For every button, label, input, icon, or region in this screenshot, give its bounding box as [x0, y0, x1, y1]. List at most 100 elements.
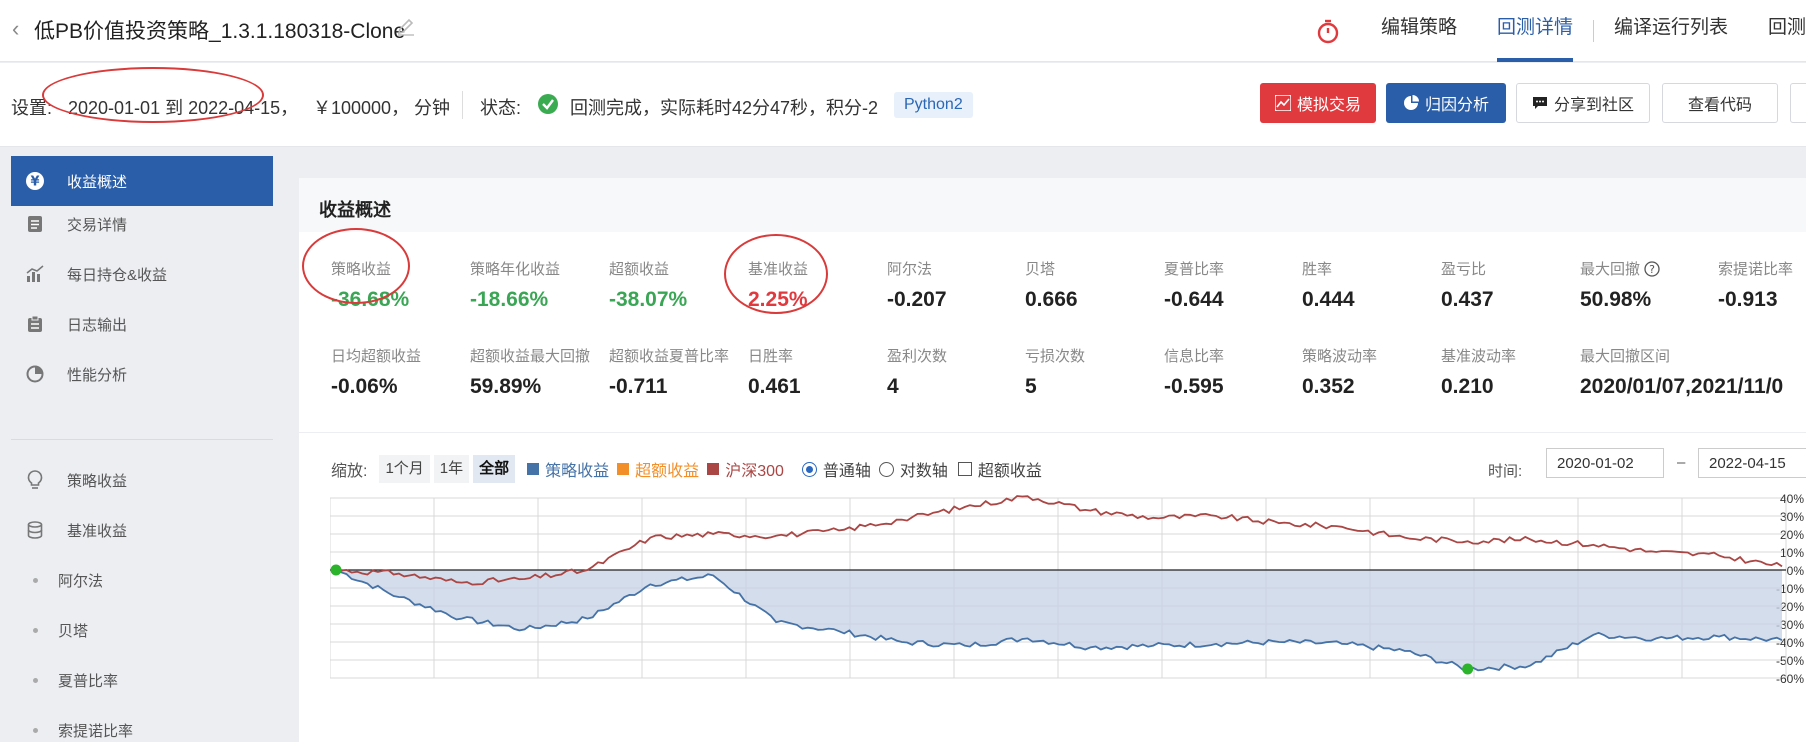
sidebar-item-label: 每日持仓&收益 — [67, 266, 168, 284]
log-axis-radio[interactable] — [878, 461, 894, 477]
legend-strategy[interactable]: 策略收益 — [527, 457, 609, 481]
share-community-button[interactable]: 分享到社区 — [1516, 83, 1650, 123]
sidebar-sub-alpha[interactable]: 阿尔法 — [11, 555, 273, 605]
sidebar-item-label: 性能分析 — [67, 366, 128, 384]
metric-value: -18.66% — [470, 288, 549, 311]
legend-benchmark[interactable]: 沪深300 — [707, 457, 784, 481]
metric-max-drawdown-period: 最大回撤区间 2020/01/07,2021/11/0 — [1580, 345, 1806, 399]
overview-panel: 收益概述 策略收益 -36.68% 策略年化收益 -18.66% 超额收益 -3… — [299, 178, 1806, 742]
sidebar-item-label: 基准收益 — [67, 522, 128, 540]
y-tick-label: 30% — [1780, 510, 1804, 524]
check-icon — [538, 94, 558, 114]
frequency: 分钟 — [414, 98, 450, 118]
sidebar-item-trades[interactable]: 交易详情 — [11, 199, 273, 249]
timer-icon[interactable] — [1315, 18, 1341, 44]
zoom-1-month-button[interactable]: 1个月 — [379, 455, 430, 483]
help-icon[interactable]: ? — [1644, 260, 1660, 277]
metric-value: 50.98% — [1580, 288, 1652, 311]
export-button[interactable]: 导 — [1790, 83, 1806, 123]
bullet — [33, 577, 38, 583]
metric-value: 59.89% — [470, 375, 542, 398]
metric-label: 盈亏比 — [1441, 261, 1487, 278]
back-icon[interactable]: ‹ — [12, 16, 19, 42]
trend-icon — [1274, 95, 1291, 111]
metric-value: -0.711 — [609, 375, 668, 398]
metric-max-drawdown: 最大回撤 ? 50.98% — [1580, 258, 1718, 312]
sidebar-item-label: 策略收益 — [67, 472, 128, 490]
metric-value: 2.25% — [748, 288, 808, 311]
metric-label: 策略波动率 — [1302, 348, 1378, 365]
metric-value: -0.06% — [331, 375, 398, 398]
drawdown-marker-start — [330, 564, 342, 576]
metric-label: 胜率 — [1302, 261, 1333, 278]
sidebar-item-logs[interactable]: 日志输出 — [11, 299, 273, 349]
end-date-input[interactable] — [1698, 448, 1806, 478]
nav-edit-strategy[interactable]: 编辑策略 — [1361, 0, 1477, 62]
bullet — [33, 627, 38, 633]
y-tick-label: 40% — [1780, 494, 1804, 506]
metric-loss-count: 亏损次数 5 — [1025, 345, 1163, 399]
metric-value: -38.07% — [609, 288, 688, 311]
strategy-area — [336, 570, 1782, 671]
sidebar-sub-label: 阿尔法 — [58, 572, 104, 590]
sidebar-item-label: 交易详情 — [67, 216, 128, 234]
metric-value: 2020/01/07,2021/11/0 — [1580, 375, 1784, 398]
view-code-button[interactable]: 查看代码 — [1662, 83, 1778, 123]
sidebar-divider — [11, 439, 273, 440]
metric-daily-win-rate: 日胜率 0.461 — [748, 345, 886, 399]
normal-axis-radio[interactable] — [801, 461, 817, 477]
settings-label: 设置: — [11, 98, 53, 118]
metric-profit-loss-ratio: 盈亏比 0.437 — [1441, 258, 1579, 312]
sidebar-sub-sortino[interactable]: 索提诺比率 — [11, 705, 273, 742]
sidebar-sub-beta[interactable]: 贝塔 — [11, 605, 273, 655]
legend-label: 超额收益 — [635, 463, 700, 480]
metric-win-rate: 胜率 0.444 — [1302, 258, 1440, 312]
edit-icon[interactable] — [396, 17, 416, 37]
metric-strategy-return: 策略收益 -36.68% — [331, 258, 469, 312]
sidebar-item-holdings[interactable]: 每日持仓&收益 — [11, 249, 273, 299]
metric-daily-excess: 日均超额收益 -0.06% — [331, 345, 469, 399]
metric-value: 0.461 — [748, 375, 801, 398]
sidebar-item-benchmark-return[interactable]: 基准收益 — [11, 505, 273, 555]
metric-label: 日胜率 — [748, 348, 794, 365]
metric-label: 超额收益 — [609, 261, 670, 278]
sidebar-item-performance[interactable]: 性能分析 — [11, 349, 273, 399]
zoom-1-year-button[interactable]: 1年 — [433, 455, 470, 483]
y-tick-label: 0% — [1787, 564, 1805, 578]
attribution-button[interactable]: 归因分析 — [1386, 83, 1506, 123]
metric-value: 0.444 — [1302, 288, 1355, 311]
drawdown-marker-min — [1462, 663, 1474, 675]
sidebar-sub-label: 夏普比率 — [58, 672, 119, 690]
sidebar-sub-sharpe[interactable]: 夏普比率 — [11, 655, 273, 705]
metric-label: 盈利次数 — [887, 348, 948, 365]
metric-excess-sharpe: 超额收益夏普比率 -0.711 — [609, 345, 747, 399]
legend-excess[interactable]: 超额收益 — [617, 457, 699, 481]
sidebar: ¥ 收益概述 交易详情 每日持仓&收益 日志输出 性能分析 策略收益 基准收益 … — [0, 148, 280, 742]
nav-backtest[interactable]: 回测 — [1748, 0, 1806, 62]
nav-compile-runs[interactable]: 编译运行列表 — [1594, 0, 1748, 62]
metric-benchmark-return: 基准收益 2.25% — [748, 258, 886, 312]
pie-chart-icon — [25, 364, 45, 384]
metric-label: 策略收益 — [331, 261, 392, 278]
metric-label: 贝塔 — [1025, 261, 1056, 278]
date-separator: – — [1677, 454, 1686, 471]
zoom-label: 缩放: — [331, 463, 368, 480]
initial-capital: ￥100000， — [313, 98, 410, 118]
backtest-date-range: 2020-01-01 到 2022-04-15， — [68, 98, 299, 118]
legend-label: 沪深300 — [725, 463, 784, 480]
start-date-input[interactable] — [1546, 448, 1664, 478]
svg-text:¥: ¥ — [30, 175, 39, 190]
panel-title-bar — [299, 178, 1806, 232]
metric-label: 索提诺比率 — [1718, 261, 1794, 278]
sidebar-item-label: 收益概述 — [67, 173, 128, 191]
metric-excess-return: 超额收益 -38.07% — [609, 258, 747, 312]
metric-value: -36.68% — [331, 288, 410, 311]
simulate-trade-button[interactable]: 模拟交易 — [1260, 83, 1376, 123]
zoom-all-button[interactable]: 全部 — [473, 455, 516, 483]
excess-return-checkbox[interactable] — [957, 462, 972, 476]
metric-label: 信息比率 — [1164, 348, 1225, 365]
sidebar-item-strategy-return[interactable]: 策略收益 — [11, 455, 273, 505]
nav-backtest-detail[interactable]: 回测详情 — [1477, 0, 1593, 62]
metric-label: 超额收益夏普比率 — [609, 348, 730, 365]
clipboard-icon — [25, 314, 45, 334]
